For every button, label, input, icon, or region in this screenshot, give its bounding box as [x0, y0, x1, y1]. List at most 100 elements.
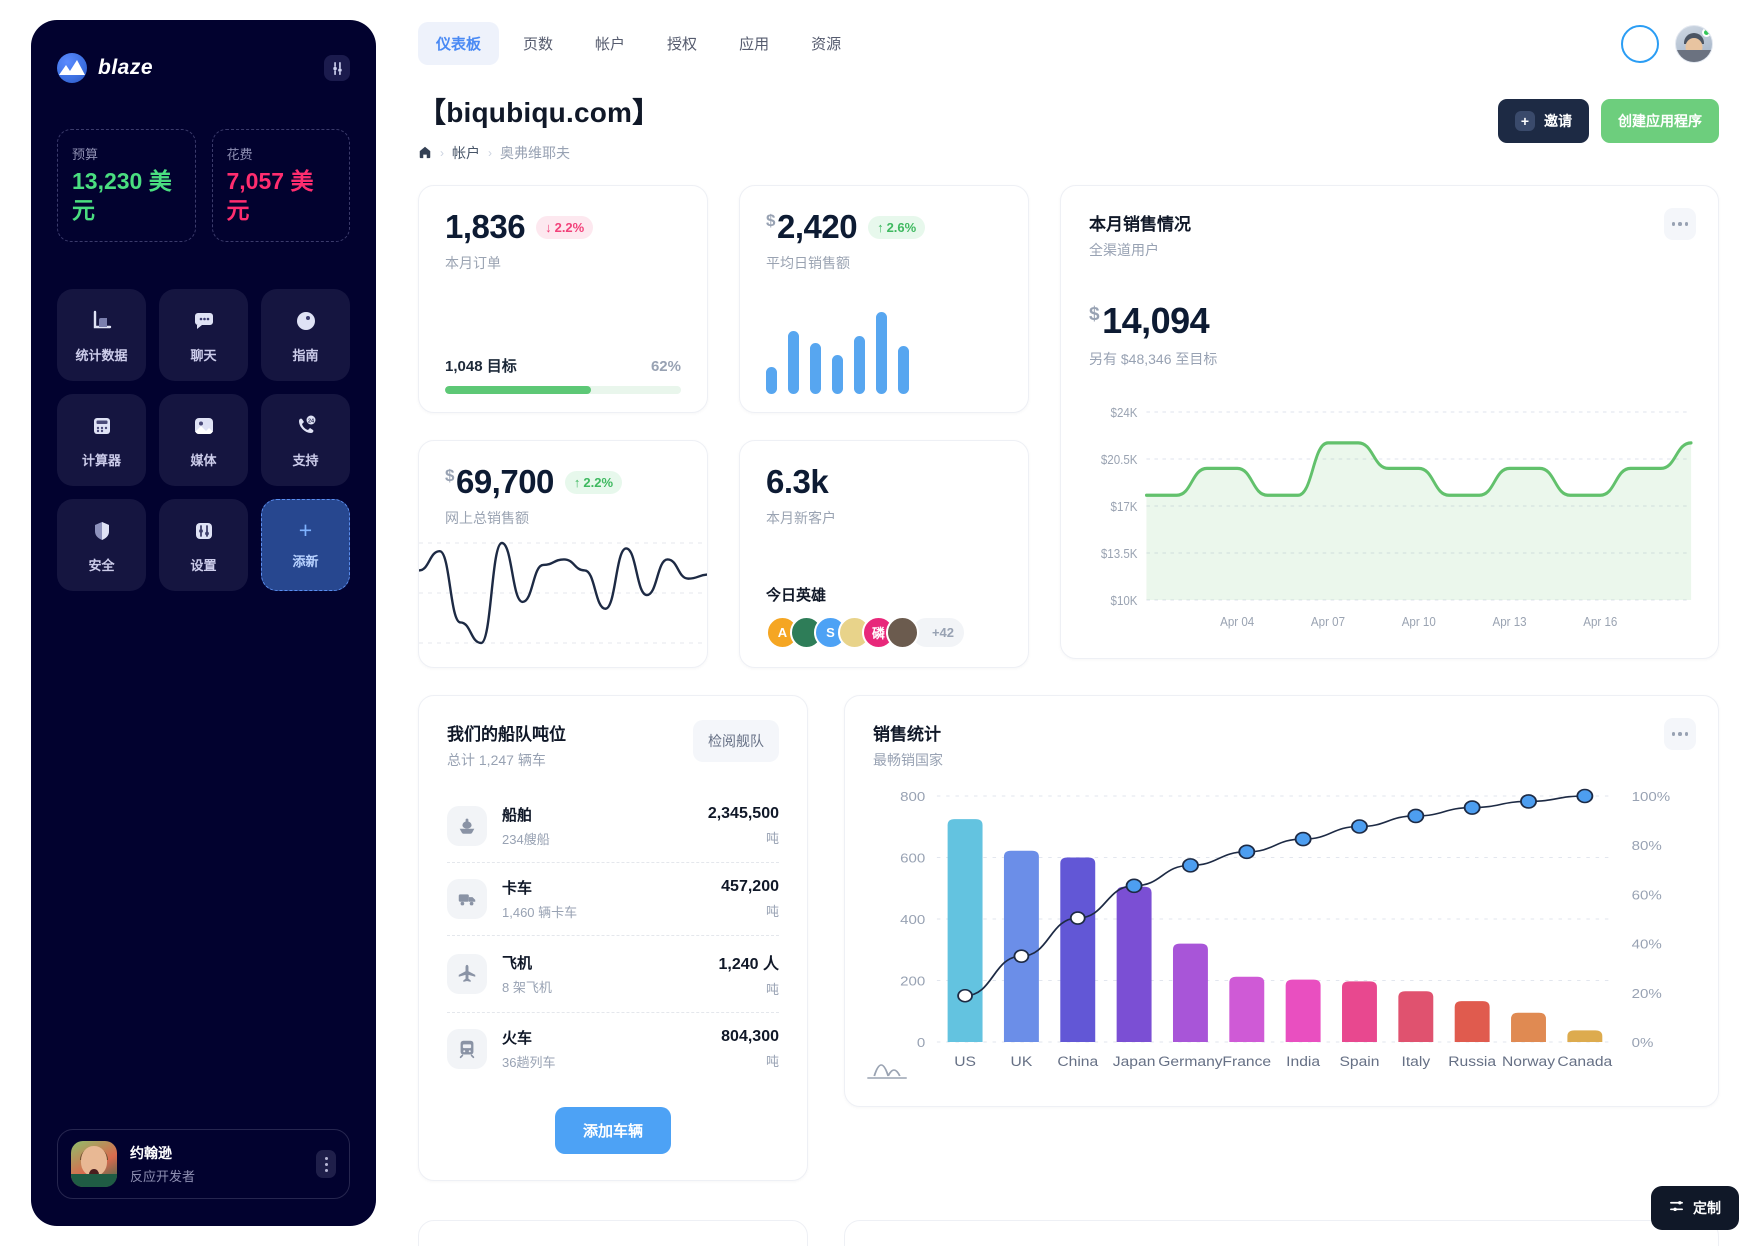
mini-bar [810, 343, 821, 394]
goal-label: 1,048 目标 [445, 358, 517, 375]
table-row[interactable]: 飞机 8 架飞机 1,240 人 吨 [447, 935, 779, 1012]
svg-text:Apr 10: Apr 10 [1402, 614, 1436, 629]
sliders-icon[interactable] [324, 55, 350, 81]
svg-text:$24K: $24K [1111, 405, 1139, 420]
online-amount: 69,700 [455, 463, 554, 500]
breadcrumb-item-account[interactable]: 帐户 [452, 143, 480, 163]
fleet-row-amount: 2,345,500 [707, 805, 779, 822]
fleet-row-name: 飞机 [502, 955, 533, 972]
sidebar-profile[interactable]: 约翰逊 反应开发者 [57, 1129, 350, 1199]
tab-dashboard[interactable]: 仪表板 [418, 22, 500, 65]
dashboard-app: blaze 预算 13,230 美元 花费 7,057 美元 统计数据 聊天 指… [0, 0, 1753, 1246]
kpi-head: 1,836 ↓ 2.2% [445, 208, 681, 246]
profile-name: 约翰逊 [130, 1145, 172, 1161]
fleet-header: 我们的船队吨位 总计 1,247 辆车 检阅舰队 [447, 720, 779, 770]
profile-menu-icon[interactable] [316, 1150, 336, 1178]
plane-icon [447, 954, 487, 994]
monthly-sales-area-chart: $10K $13.5K $17K $20.5K $24K Apr 04 Apr 07 Apr … [1077, 404, 1700, 644]
avg-value: $2,420 [766, 208, 858, 246]
customers-value: 6.3k [766, 463, 829, 500]
avg-label: 平均日销售额 [766, 255, 850, 271]
monthly-sales-subtitle: 全渠道用户 [1089, 242, 1159, 258]
sidebar-item-support[interactable]: 24 支持 [261, 393, 350, 486]
customize-button[interactable]: 定制 [1651, 1186, 1739, 1230]
goal-progress-track [445, 386, 681, 394]
avatar[interactable] [886, 616, 919, 649]
orders-delta-badge: ↓ 2.2% [536, 215, 594, 239]
media-icon [189, 411, 219, 441]
breadcrumb-separator: › [440, 146, 444, 160]
breadcrumb-item-current: 奥弗维耶夫 [500, 145, 570, 161]
guide-icon [291, 306, 321, 336]
fleet-row-name: 卡车 [502, 880, 533, 897]
more-dots-icon[interactable] [1664, 208, 1696, 240]
heroes-title: 今日英雄 [766, 587, 827, 604]
fleet-list: 船舶 234艘船 2,345,500 吨 卡车 1,460 辆卡车 457,20… [447, 790, 779, 1085]
sidebar-item-statistics[interactable]: 统计数据 [57, 288, 146, 381]
tab-apps[interactable]: 应用 [721, 22, 787, 65]
sidebar-item-chat[interactable]: 聊天 [159, 288, 248, 381]
kpi-card-online-sales: $69,700 ↑ 2.2% 网上总销售额 [418, 440, 708, 668]
fleet-row-name: 火车 [502, 1030, 533, 1047]
profile-role: 反应开发者 [130, 1169, 196, 1184]
svg-text:Spain: Spain [1339, 1055, 1379, 1070]
sidebar-item-settings[interactable]: 设置 [159, 498, 248, 591]
arrow-up-icon: ↑ [573, 474, 581, 490]
table-row[interactable]: 火车 36趟列车 804,300 吨 [447, 1012, 779, 1085]
review-fleet-button[interactable]: 检阅舰队 [693, 720, 779, 762]
breadcrumb: › 帐户 › 奥弗维耶夫 [418, 143, 660, 163]
add-vehicle-button[interactable]: 添加车辆 [554, 1107, 671, 1154]
fleet-row-unit: 吨 [765, 1054, 779, 1069]
sliders-icon [1669, 1199, 1684, 1217]
home-icon[interactable] [418, 145, 432, 162]
plus-icon: + [298, 517, 313, 543]
plus-icon: + [1515, 111, 1535, 131]
orders-value: 1,836 [445, 208, 526, 245]
status-badge [1702, 27, 1711, 37]
svg-text:0: 0 [917, 1035, 926, 1050]
peek-card-right [844, 1220, 1719, 1246]
tab-pages[interactable]: 页数 [505, 22, 571, 65]
svg-text:20%: 20% [1632, 986, 1662, 1001]
tab-resources[interactable]: 资源 [793, 22, 859, 65]
invite-button[interactable]: + 邀请 [1498, 99, 1589, 143]
budget-card-spend: 花费 7,057 美元 [211, 129, 350, 242]
svg-text:Apr 07: Apr 07 [1311, 614, 1345, 629]
sidebar-item-add[interactable]: + 添新 [261, 498, 350, 591]
ship-icon [447, 806, 487, 846]
avg-daily-bar-chart [766, 312, 1002, 394]
loading-ring-icon[interactable] [1621, 24, 1659, 63]
support-24-icon: 24 [291, 411, 321, 441]
sidebar-item-calculator[interactable]: 计算器 [57, 393, 146, 486]
tab-authorization[interactable]: 授权 [649, 22, 715, 65]
truck-icon [447, 879, 487, 919]
main-content: 仪表板 页数 帐户 授权 应用 资源 【biqubiqu.com】 › 帐户 ›… [376, 0, 1753, 1246]
peek-card-left [418, 1220, 808, 1246]
currency-symbol: $ [1089, 304, 1100, 325]
heroes-avatar-group: A S 磷 +42 [766, 616, 1002, 649]
svg-text:100%: 100% [1632, 789, 1671, 804]
create-app-button[interactable]: 创建应用程序 [1601, 99, 1719, 143]
svg-text:$20.5K: $20.5K [1101, 452, 1138, 467]
monthly-sales-note: 另有 $48,346 至目标 [1089, 351, 1218, 367]
table-row[interactable]: 船舶 234艘船 2,345,500 吨 [447, 790, 779, 862]
create-label: 创建应用程序 [1618, 113, 1702, 129]
sidebar-item-guide[interactable]: 指南 [261, 288, 350, 381]
tile-label: 计算器 [81, 452, 121, 468]
kpi-head: $69,700 ↑ 2.2% [445, 463, 681, 501]
user-avatar-button[interactable] [1675, 24, 1713, 63]
svg-text:Apr 13: Apr 13 [1493, 614, 1527, 629]
svg-text:400: 400 [900, 912, 925, 927]
blaze-logo-icon [57, 53, 87, 83]
tile-label: 添新 [292, 554, 319, 569]
sidebar-item-security[interactable]: 安全 [57, 498, 146, 591]
more-dots-icon[interactable] [1664, 718, 1696, 750]
sidebar-item-media[interactable]: 媒体 [159, 393, 248, 486]
svg-text:Japan: Japan [1113, 1055, 1156, 1070]
tile-label: 媒体 [190, 452, 217, 468]
tab-accounts[interactable]: 帐户 [577, 22, 643, 65]
avg-amount: 2,420 [776, 208, 858, 245]
monthly-sales-card: 本月销售情况 全渠道用户 $14,094 另有 $48,346 至目标 $10K… [1060, 185, 1719, 659]
avatar [71, 1141, 117, 1187]
table-row[interactable]: 卡车 1,460 辆卡车 457,200 吨 [447, 862, 779, 935]
